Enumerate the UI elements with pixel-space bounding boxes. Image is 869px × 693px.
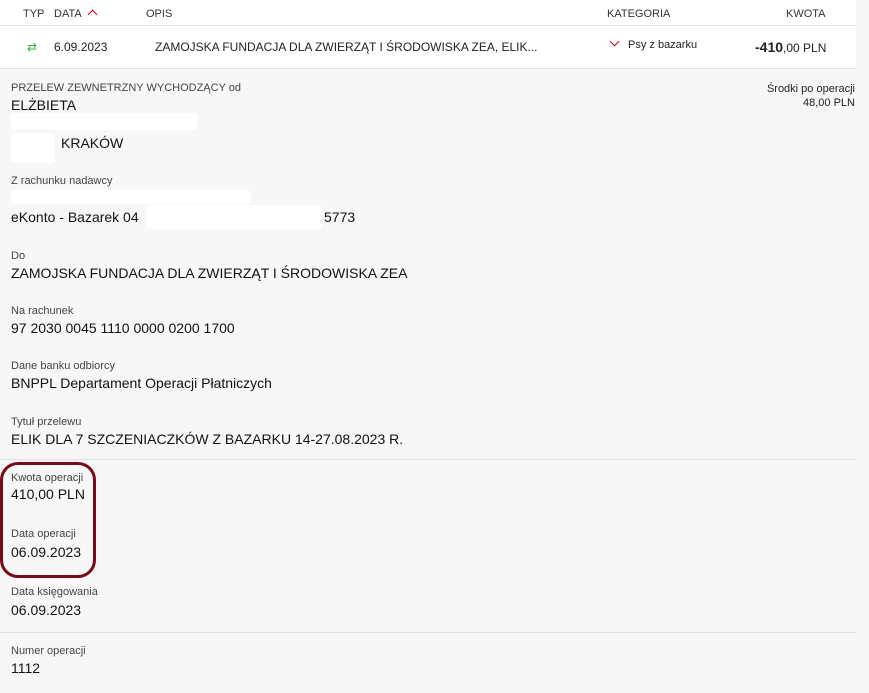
table-header: TYP DATA OPIS KATEGORIA KWOTA (0, 0, 856, 26)
transfer-arrows-icon: ⇄ (27, 40, 38, 54)
booking-date-value: 06.09.2023 (11, 602, 82, 618)
column-header-category: KATEGORIA (607, 8, 671, 20)
transfer-type-label: PRZELEW ZEWNETRZNY WYCHODZĄCY od (11, 82, 242, 94)
transaction-amount: -410,00 PLN (755, 39, 826, 55)
sender-city: KRAKÓW (61, 135, 124, 151)
redacted-block (11, 113, 197, 130)
redacted-block (146, 205, 322, 229)
section-divider (0, 632, 856, 633)
redacted-block (11, 133, 55, 163)
balance-after-label: Środki po operacji (766, 83, 855, 95)
column-header-description: OPIS (146, 8, 173, 20)
transaction-amount-decimal: ,00 PLN (783, 41, 827, 55)
balance-after-value: 48,00 PLN (803, 97, 855, 109)
booking-date-label: Data księgowania (11, 586, 98, 598)
transfer-title-label: Tytuł przelewu (11, 416, 82, 428)
column-header-date[interactable]: DATA (54, 8, 98, 20)
highlight-annotation (0, 462, 96, 578)
recipient-label: Do (11, 250, 26, 262)
recipient-account-number: 97 2030 0045 1110 0000 0200 1700 (11, 320, 235, 336)
sender-name: ELŻBIETA (11, 97, 77, 113)
transfer-title-value: ELIK DLA 7 SZCZENIACZKÓW Z BAZARKU 14-27… (11, 431, 404, 447)
column-header-date-label: DATA (54, 8, 82, 20)
column-header-type: TYP (23, 8, 45, 20)
from-account-label: Z rachunku nadawcy (11, 175, 113, 187)
transaction-category[interactable]: Psy z bazarku (628, 39, 697, 51)
sort-ascending-icon (87, 9, 98, 20)
transaction-date: 6.09.2023 (54, 40, 108, 54)
operation-number-value: 1112 (11, 660, 41, 676)
recipient-bank-label: Dane banku odbiorcy (11, 360, 115, 372)
transaction-row[interactable]: ⇄ 6.09.2023 ZAMOJSKA FUNDACJA DLA ZWIERZ… (0, 26, 856, 69)
transaction-description: ZAMOJSKA FUNDACJA DLA ZWIERZĄT I ŚRODOWI… (155, 40, 538, 54)
column-header-amount: KWOTA (786, 8, 826, 20)
category-dropdown-chevron-icon[interactable] (609, 36, 620, 47)
section-divider (0, 459, 856, 460)
from-account-prefix: eKonto - Bazarek 04 (11, 209, 139, 225)
transaction-amount-integer: -410 (755, 39, 784, 55)
operation-number-label: Numer operacji (11, 645, 86, 657)
from-account-suffix: 5773 (324, 209, 356, 225)
recipient-account-label: Na rachunek (11, 305, 74, 317)
redacted-block (11, 190, 251, 204)
recipient-bank-name: BNPPL Departament Operacji Płatniczych (11, 375, 272, 391)
recipient-name: ZAMOJSKA FUNDACJA DLA ZWIERZĄT I ŚRODOWI… (11, 265, 408, 281)
